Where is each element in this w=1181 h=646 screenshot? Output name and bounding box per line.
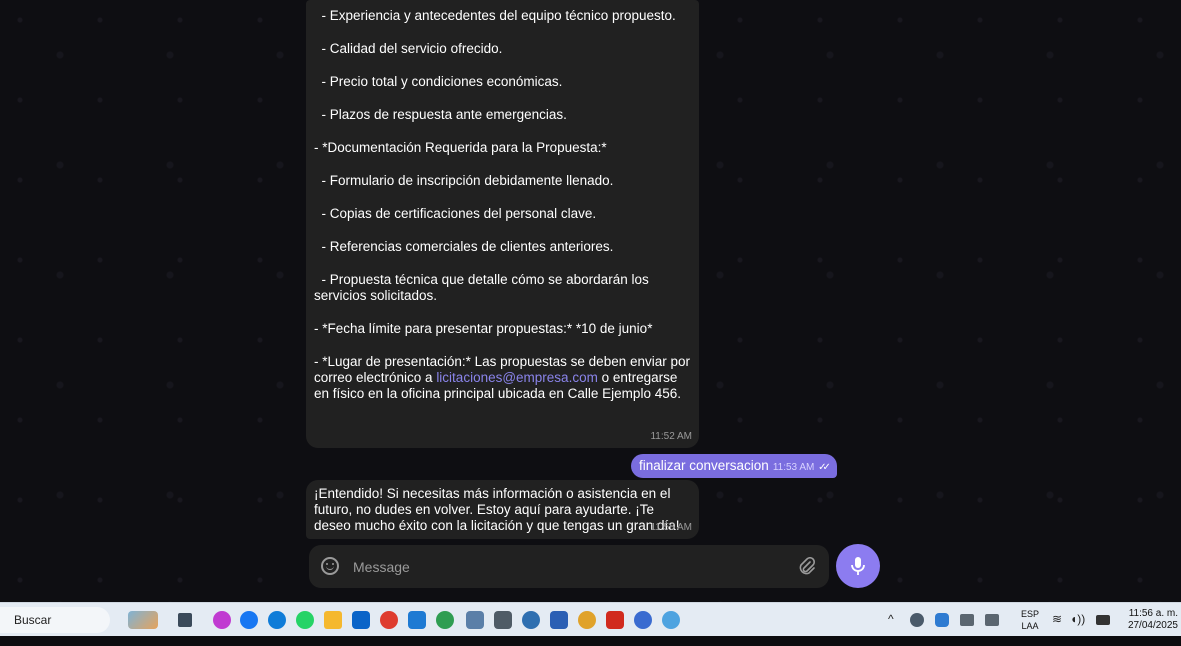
taskbar: . Buscar ^ ESP LAA ≋ ◖)) 11:56 a. m. 27/…	[0, 602, 1181, 636]
chrome-profile-icon[interactable]	[634, 611, 652, 629]
keyboard-layout: LAA	[1021, 621, 1039, 631]
chat-area: - Experiencia y antecedentes del equipo …	[0, 0, 1181, 602]
app-icon[interactable]	[662, 611, 680, 629]
microphone-icon	[851, 557, 865, 575]
double-check-icon: ✓✓	[818, 462, 831, 473]
edge-icon[interactable]	[268, 611, 286, 629]
system-clock[interactable]: 11:56 a. m. 27/04/2025	[1118, 608, 1178, 632]
message-line: - Experiencia y antecedentes del equipo …	[321, 8, 676, 23]
whatsapp-icon[interactable]	[296, 611, 314, 629]
widgets-icon[interactable]	[128, 611, 158, 629]
word-icon[interactable]	[550, 611, 568, 629]
smiley-icon[interactable]	[321, 557, 339, 575]
message-line: - Formulario de inscripción debidamente …	[321, 173, 614, 188]
clock-date: 27/04/2025	[1127, 620, 1178, 631]
message-line: - Plazos de respuesta ante emergencias.	[321, 107, 567, 122]
message-input[interactable]	[351, 555, 775, 579]
language-code: ESP	[1020, 609, 1039, 619]
email-link[interactable]: licitaciones@empresa.com	[436, 370, 598, 385]
message-line: - *Documentación Requerida para la Propu…	[314, 140, 607, 155]
file-explorer-icon[interactable]	[324, 611, 342, 629]
message-line: - Referencias comerciales de clientes an…	[321, 239, 614, 254]
app-icon[interactable]	[466, 611, 484, 629]
incoming-message: ¡Entendido! Si necesitas más información…	[306, 480, 699, 539]
language-indicator[interactable]: ESP LAA	[1020, 608, 1040, 632]
chrome-icon[interactable]	[380, 611, 398, 629]
outlook-icon[interactable]	[352, 611, 370, 629]
message-line: - Calidad del servicio ofrecido.	[321, 41, 503, 56]
acrobat-icon[interactable]	[606, 611, 624, 629]
tray-app-icon[interactable]	[910, 613, 924, 627]
chrome-profile-icon[interactable]	[578, 611, 596, 629]
keyboard-icon[interactable]	[960, 614, 974, 626]
outgoing-message: finalizar conversacion 11:53 AM ✓✓	[631, 454, 837, 478]
outgoing-message-text: finalizar conversacion	[639, 458, 769, 473]
wifi-icon[interactable]: ≋	[1052, 612, 1062, 646]
taskbar-search[interactable]: . Buscar	[0, 607, 110, 633]
search-icon: .	[17, 613, 21, 627]
app-icon[interactable]	[213, 611, 231, 629]
tray-app-icon[interactable]	[935, 613, 949, 627]
message-line: - Copias de certificaciones del personal…	[321, 206, 597, 221]
task-view-icon[interactable]	[178, 613, 192, 627]
clock-time: 11:56 a. m.	[1128, 608, 1178, 619]
vscode-icon[interactable]	[408, 611, 426, 629]
message-timestamp: 11:53 AM	[772, 462, 815, 473]
terminal-icon[interactable]	[494, 611, 512, 629]
message-line: - Precio total y condiciones económicas.	[321, 74, 563, 89]
battery-icon[interactable]	[1096, 615, 1110, 625]
message-timestamp: 11:56 AM	[650, 522, 692, 533]
message-timestamp: 11:52 AM	[650, 431, 692, 442]
chrome-profile-icon[interactable]	[436, 611, 454, 629]
incoming-message: - Experiencia y antecedentes del equipo …	[306, 0, 699, 448]
message-line: - *Fecha límite para presentar propuesta…	[314, 321, 653, 336]
paperclip-icon[interactable]	[798, 557, 816, 577]
facebook-icon[interactable]	[240, 611, 258, 629]
settings-icon[interactable]	[522, 611, 540, 629]
message-line: - Propuesta técnica que detalle cómo se …	[314, 272, 649, 303]
message-text: ¡Entendido! Si necesitas más información…	[314, 486, 680, 533]
chevron-up-icon[interactable]: ^	[888, 612, 894, 646]
display-icon[interactable]	[985, 614, 999, 626]
volume-icon[interactable]: ◖))	[1070, 612, 1085, 646]
message-composer	[309, 545, 829, 588]
microphone-button[interactable]	[836, 544, 880, 588]
